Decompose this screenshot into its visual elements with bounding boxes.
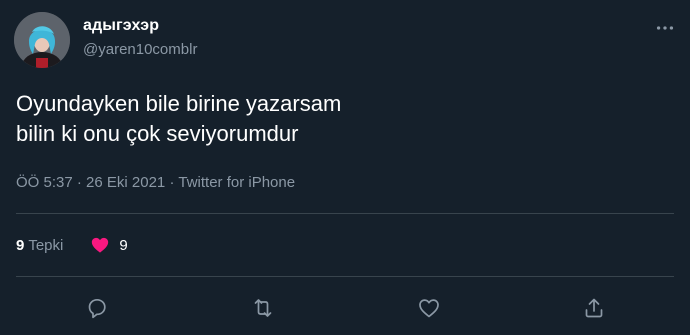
meta-separator: · bbox=[76, 174, 87, 191]
like-stat[interactable]: 9 bbox=[90, 235, 128, 255]
retweet-count: 9 bbox=[16, 236, 25, 254]
heart-outline-icon bbox=[419, 299, 439, 318]
more-options-button[interactable] bbox=[648, 16, 682, 40]
retweet-stat[interactable]: 9 Tepki bbox=[16, 237, 63, 254]
display-name[interactable]: адыгэхэр bbox=[83, 17, 159, 35]
more-horizontal-icon bbox=[656, 26, 674, 30]
tweet-card: адыгэхэр @yaren10comblr Oyundayken bile … bbox=[0, 0, 690, 335]
tweet-source[interactable]: Twitter for iPhone bbox=[178, 174, 295, 191]
tweet-date[interactable]: 26 Eki 2021 bbox=[86, 174, 165, 191]
action-bar bbox=[0, 290, 690, 324]
avatar[interactable] bbox=[14, 12, 70, 68]
share-button[interactable] bbox=[580, 294, 608, 322]
divider bbox=[16, 276, 674, 277]
heart-filled-icon bbox=[92, 237, 109, 253]
tweet-text: Oyundayken bile birine yazarsam bilin ki… bbox=[16, 91, 342, 146]
like-button[interactable] bbox=[415, 294, 443, 322]
divider bbox=[16, 213, 674, 214]
reply-button[interactable] bbox=[83, 294, 111, 322]
tweet-stats: 9 Tepki 9 bbox=[16, 234, 128, 256]
tweet-time[interactable]: ÖÖ 5:37 bbox=[16, 174, 73, 191]
profile-photo-icon bbox=[14, 12, 70, 68]
tweet-meta: ÖÖ 5:37 · 26 Eki 2021 · Twitter for iPho… bbox=[16, 174, 295, 191]
retweet-label: Tepki bbox=[28, 236, 64, 254]
share-icon bbox=[585, 298, 603, 318]
retweet-button[interactable] bbox=[249, 294, 277, 322]
user-handle[interactable]: @yaren10comblr bbox=[83, 41, 197, 58]
like-count: 9 bbox=[119, 236, 128, 254]
reply-icon bbox=[88, 298, 106, 319]
retweet-icon bbox=[254, 299, 272, 317]
